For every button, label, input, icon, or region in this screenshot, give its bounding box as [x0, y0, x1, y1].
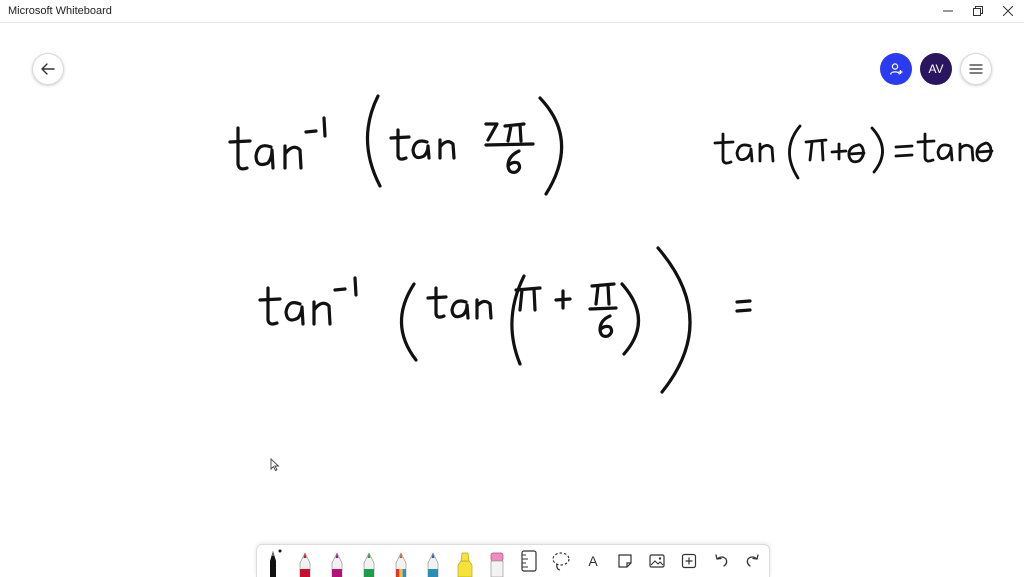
redo-icon: [746, 554, 759, 567]
pen-icon: [331, 552, 343, 577]
tool-lasso[interactable]: [545, 545, 577, 577]
undo-icon: [715, 554, 728, 567]
tool-galaxy-pen[interactable]: [417, 545, 449, 577]
tool-red-pen[interactable]: [289, 545, 321, 577]
tool-highlighter[interactable]: [449, 545, 481, 577]
inking-toolbar: A: [256, 544, 770, 577]
tool-text[interactable]: A: [577, 545, 609, 577]
whiteboard-canvas[interactable]: [0, 0, 1024, 576]
lasso-icon: [552, 552, 570, 571]
tool-add[interactable]: [673, 545, 705, 577]
tool-undo[interactable]: [705, 545, 737, 577]
pen-icon: [363, 552, 375, 577]
tool-black-pen[interactable]: [257, 545, 289, 577]
mouse-cursor-icon: [270, 458, 280, 472]
ink-expression-2: [713, 124, 994, 180]
pen-icon: [299, 552, 311, 577]
ink-expression-3: [258, 246, 752, 394]
ink-expression-1: [228, 94, 564, 196]
text-tool-label: A: [588, 553, 598, 569]
tool-sticky-note[interactable]: [609, 545, 641, 577]
tool-ruler[interactable]: [513, 545, 545, 577]
note-icon: [618, 554, 632, 568]
pen-icon: [270, 549, 282, 577]
image-icon: [649, 554, 665, 568]
pen-icon: [395, 552, 407, 577]
eraser-icon: [490, 552, 504, 577]
plus-box-icon: [681, 553, 697, 569]
tool-magenta-pen[interactable]: [321, 545, 353, 577]
highlighter-icon: [457, 552, 473, 577]
tool-green-pen[interactable]: [353, 545, 385, 577]
ruler-icon: [521, 550, 537, 572]
tool-redo[interactable]: [737, 545, 769, 577]
tool-image[interactable]: [641, 545, 673, 577]
tool-rainbow-pen[interactable]: [385, 545, 417, 577]
tool-eraser[interactable]: [481, 545, 513, 577]
pen-icon: [427, 552, 439, 577]
